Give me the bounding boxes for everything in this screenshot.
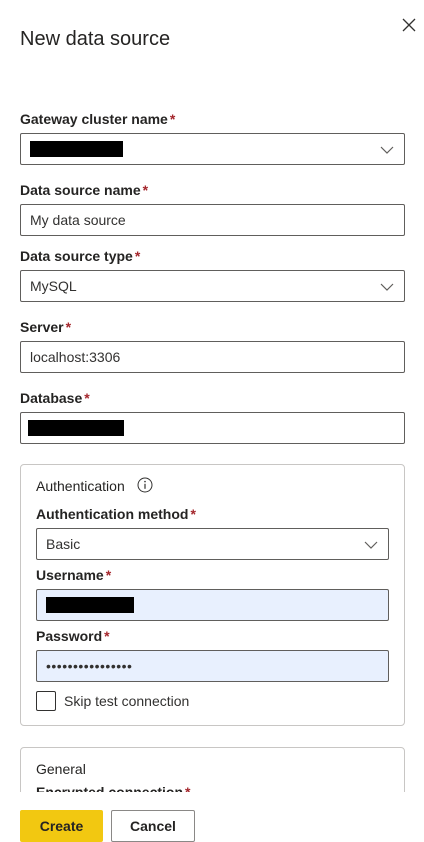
dialog-footer: Create Cancel xyxy=(0,792,424,842)
dialog-title: New data source xyxy=(20,28,171,50)
server-label: Server * xyxy=(20,319,71,335)
required-marker: * xyxy=(169,111,176,127)
required-marker: * xyxy=(185,784,191,792)
server-input[interactable]: localhost:3306 xyxy=(20,341,405,373)
gateway-cluster-dropdown[interactable] xyxy=(20,133,405,165)
auth-method-value: Basic xyxy=(46,536,81,552)
authentication-section: Authentication Authentication method * Ba… xyxy=(20,464,405,726)
server-label-text: Server xyxy=(20,319,64,335)
required-marker: * xyxy=(134,248,141,264)
close-button[interactable] xyxy=(398,14,420,36)
required-marker: * xyxy=(105,567,112,583)
redacted-value xyxy=(46,597,134,613)
database-label: Database * xyxy=(20,390,90,406)
encrypted-connection-label-text: Encrypted connection xyxy=(36,784,184,792)
form-scroll-area[interactable]: Gateway cluster name * Data source name * … xyxy=(0,100,424,792)
data-source-type-label-text: Data source type xyxy=(20,248,133,264)
skip-test-label: Skip test connection xyxy=(64,693,190,709)
password-value: •••••••••••••••• xyxy=(46,658,133,674)
close-icon xyxy=(402,18,416,32)
cancel-button[interactable]: Cancel xyxy=(111,810,195,842)
data-source-type-dropdown[interactable]: MySQL xyxy=(20,270,405,302)
required-marker: * xyxy=(84,390,90,406)
username-label-text: Username xyxy=(36,567,104,583)
redacted-value xyxy=(30,141,123,157)
auth-method-label: Authentication method * xyxy=(36,506,196,522)
data-source-name-value: My data source xyxy=(30,212,126,228)
chevron-down-icon xyxy=(380,146,394,154)
authentication-title: Authentication xyxy=(36,478,125,494)
general-section: General Encrypted connection * xyxy=(20,747,405,792)
data-source-name-label: Data source name * xyxy=(20,182,148,198)
password-input[interactable]: •••••••••••••••• xyxy=(36,650,389,682)
required-marker: * xyxy=(190,506,196,522)
chevron-down-icon xyxy=(380,283,394,291)
info-icon[interactable] xyxy=(137,477,153,493)
server-value: localhost:3306 xyxy=(30,349,121,365)
required-marker: * xyxy=(65,319,72,335)
encrypted-connection-label: Encrypted connection * xyxy=(36,784,190,792)
data-source-type-value: MySQL xyxy=(30,278,77,294)
gateway-cluster-label-text: Gateway cluster name xyxy=(20,111,168,127)
auth-method-dropdown[interactable]: Basic xyxy=(36,528,389,560)
password-label-text: Password xyxy=(36,628,103,644)
required-marker: * xyxy=(142,182,149,198)
database-input[interactable] xyxy=(20,412,405,444)
skip-test-checkbox[interactable] xyxy=(36,691,56,711)
database-label-text: Database xyxy=(20,390,83,406)
username-label: Username * xyxy=(36,567,111,583)
chevron-down-icon xyxy=(364,541,378,549)
password-label: Password * xyxy=(36,628,110,644)
new-data-source-panel: New data source Gateway cluster name * Da… xyxy=(0,0,424,842)
auth-method-label-text: Authentication method xyxy=(36,506,189,522)
general-title: General xyxy=(36,761,86,777)
data-source-name-label-text: Data source name xyxy=(20,182,141,198)
required-marker: * xyxy=(104,628,110,644)
redacted-value xyxy=(28,420,124,436)
gateway-cluster-label: Gateway cluster name * xyxy=(20,111,175,127)
username-input[interactable] xyxy=(36,589,389,621)
data-source-type-label: Data source type * xyxy=(20,248,140,264)
create-button[interactable]: Create xyxy=(20,810,103,842)
data-source-name-input[interactable]: My data source xyxy=(20,204,405,236)
